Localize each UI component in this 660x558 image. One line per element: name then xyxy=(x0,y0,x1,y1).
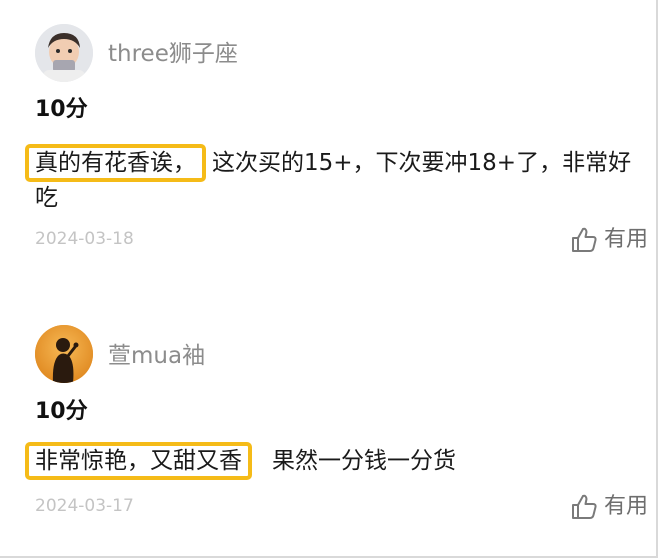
child-avatar-icon xyxy=(35,24,93,82)
review-item: three狮子座 10分 真的有花香诶， 这次买的15+，下次要冲18+了，非常好… xyxy=(0,0,656,290)
username[interactable]: three狮子座 xyxy=(108,43,238,66)
username[interactable]: 萱mua袖 xyxy=(108,345,205,368)
review-content: 非常惊艳，又甜又香 果然一分钱一分货 xyxy=(25,442,650,480)
review-score: 10分 xyxy=(35,399,88,424)
useful-button[interactable]: 有用 xyxy=(570,226,648,254)
thumbs-up-icon xyxy=(571,227,597,252)
useful-label: 有用 xyxy=(603,494,648,519)
review-list: three狮子座 10分 真的有花香诶， 这次买的15+，下次要冲18+了，非常好… xyxy=(0,0,658,558)
thumbs-up-icon xyxy=(571,494,597,519)
highlighted-phrase: 真的有花香诶， xyxy=(25,144,206,182)
review-date: 2024-03-17 xyxy=(35,496,134,516)
useful-button[interactable]: 有用 xyxy=(570,493,648,521)
highlighted-phrase: 非常惊艳，又甜又香 xyxy=(25,442,252,480)
review-date: 2024-03-18 xyxy=(35,229,134,249)
avatar[interactable] xyxy=(35,24,93,82)
avatar[interactable] xyxy=(35,325,93,383)
review-text: 果然一分钱一分货 xyxy=(272,448,456,474)
useful-label: 有用 xyxy=(603,227,648,252)
review-item: 萱mua袖 10分 非常惊艳，又甜又香 果然一分钱一分货 2024-03-17 有… xyxy=(0,310,656,556)
review-score: 10分 xyxy=(35,97,88,122)
silhouette-avatar-icon xyxy=(35,325,93,383)
review-content: 真的有花香诶， 这次买的15+，下次要冲18+了，非常好吃 xyxy=(25,144,650,214)
